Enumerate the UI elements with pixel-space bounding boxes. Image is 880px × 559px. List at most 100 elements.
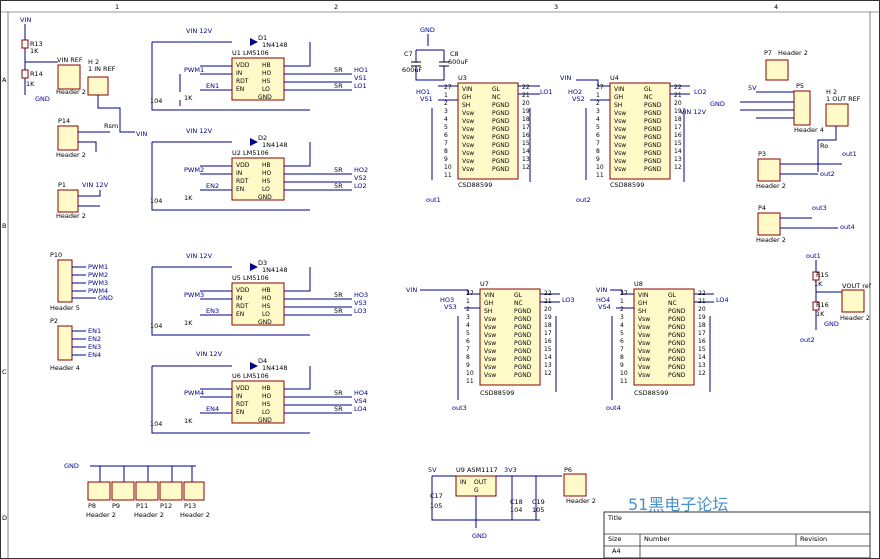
u8-num-left-8: 8 [620,354,624,361]
r14-value: 1K [26,80,35,88]
drv4-r5r-a: 5R [334,389,343,397]
u8-num-left-7: 7 [620,346,624,353]
u8-pin-left-9: Vsw [638,364,650,371]
u4-vs: VS2 [572,95,585,103]
u7-num-right-2: 20 [544,306,552,313]
schematic-sheet: 1 2 3 4 A B C D VIN R13 1K R14 1K GND VI… [0,0,880,559]
u7-num-right-6: 16 [544,338,552,345]
p13-body [183,481,205,501]
u3-out: out1 [426,196,441,204]
u7-pin-right-4: PGND [514,324,532,331]
u7-pin-right-1: NC [514,300,523,307]
u7-vin: VIN [406,286,417,294]
u8-pin-right-2: PGND [668,308,686,315]
u3-num-left-0: 27 [444,84,452,91]
header2-row-2: Header 2 [134,511,164,519]
u3-pin-left-4: Vsw [462,118,474,125]
drv4-vs: VS4 [354,397,367,405]
u3-pin-right-6: PGND [492,134,510,141]
u7-pin-left-0: VIN [484,292,494,299]
u8-num-right-5: 17 [698,330,706,337]
u3-num-left-7: 7 [444,140,448,147]
u4-pin-left-0: VIN [614,86,624,93]
u3-num-left-4: 4 [444,116,448,123]
u4-num-right-10: 12 [674,164,682,171]
u7-pin-right-2: PGND [514,308,532,315]
drv1-ho: HO1 [354,66,368,74]
u4-num-right-5: 17 [674,124,682,131]
u4-num-right-3: 19 [674,108,682,115]
title-label: Title [607,514,622,522]
vout-out1: out1 [806,252,821,260]
u3-pin-right-1: NC [492,94,501,101]
drv4-c104: 104 [150,420,162,428]
p10-pwm1: PWM1 [88,263,108,271]
u7-pin-left-9: Vsw [484,364,496,371]
u7-lo: LO3 [562,296,575,304]
u2-pin-lo: LO [262,186,270,193]
u4-num-left-8: 8 [596,148,600,155]
ro-label: Ro [820,142,828,150]
drv1-pwm: PWM1 [184,66,204,74]
u8-label: U8 [634,280,643,288]
u4-pin-right-0: GL [644,86,653,93]
p3-body [757,158,781,182]
header2-vin-ref [57,64,81,90]
p4-label: P4 [758,204,766,212]
u6-pin-lo: LO [262,409,270,416]
u8-pin-right-7: PGND [668,348,686,355]
c17-value: 105 [430,502,442,510]
u4-vin: VIN [560,74,571,82]
u6-pin-en: EN [236,409,244,416]
c18-label: C18 [510,498,523,506]
u3-num-right-1: 21 [522,92,530,99]
drv1-vin12: VIN 12V [186,27,213,35]
u5-pin-rdt: RDT [236,303,249,310]
u1-pin-en: EN [236,86,244,93]
u3-vs: VS1 [420,95,433,103]
p4-header: Header 2 [756,236,786,244]
u3-pin-left-7: Vsw [462,142,474,149]
u3-pin-right-4: PGND [492,118,510,125]
gnd-row-label: GND [64,462,79,470]
u8-num-left-5: 5 [620,330,624,337]
u2-pin-ho: HO [262,170,272,177]
row-marker-b: B [2,222,6,230]
drv2-vs: VS2 [354,174,367,182]
vin-ref-label: VIN REF [57,56,83,64]
drv1-c104: 104 [150,97,162,105]
p2-label: P2 [50,317,58,325]
p1-label: P1 [58,181,66,189]
header2-label-1: Header 2 [56,88,86,96]
d4-part: 1N4148 [262,364,288,372]
u4-num-left-9: 9 [596,156,600,163]
drv4-en: EN4 [206,405,219,413]
p4-out3: out3 [812,204,827,212]
header2-label-2: Header 2 [56,151,86,159]
u3-num-left-1: 1 [444,92,448,99]
header2-row-3: Header 2 [180,511,210,519]
u8-pin-left-5: Vsw [638,332,650,339]
u9-pin-in: IN [460,479,466,486]
drv2-r5r-b: 5R [334,182,343,190]
p5-5v: 5V [748,84,757,92]
r15-label: R15 [816,271,829,279]
u8-pin-right-6: PGND [668,340,686,347]
u3-num-left-3: 3 [444,108,448,115]
u8-pin-left-4: Vsw [638,324,650,331]
drv2-r5r-a: 5R [334,166,343,174]
u4-num-left-10: 10 [596,164,604,171]
d3-part: 1N4148 [262,266,288,274]
rsm-label: Rsm [104,122,118,130]
p14-body [57,125,79,151]
net-vin-2: VIN [136,130,147,138]
u4-pin-left-2: SH [614,102,622,109]
u4-num-left-2: 2 [596,100,600,107]
u8-num-left-0: 27 [620,290,628,297]
p4-body [757,212,781,236]
drv3-r5r-b: 5R [334,307,343,315]
u7-pin-right-10: PGND [514,372,532,379]
u7-num-right-9: 13 [544,362,552,369]
u8-pin-left-10: Vsw [638,372,650,379]
u7-num-right-7: 15 [544,346,552,353]
